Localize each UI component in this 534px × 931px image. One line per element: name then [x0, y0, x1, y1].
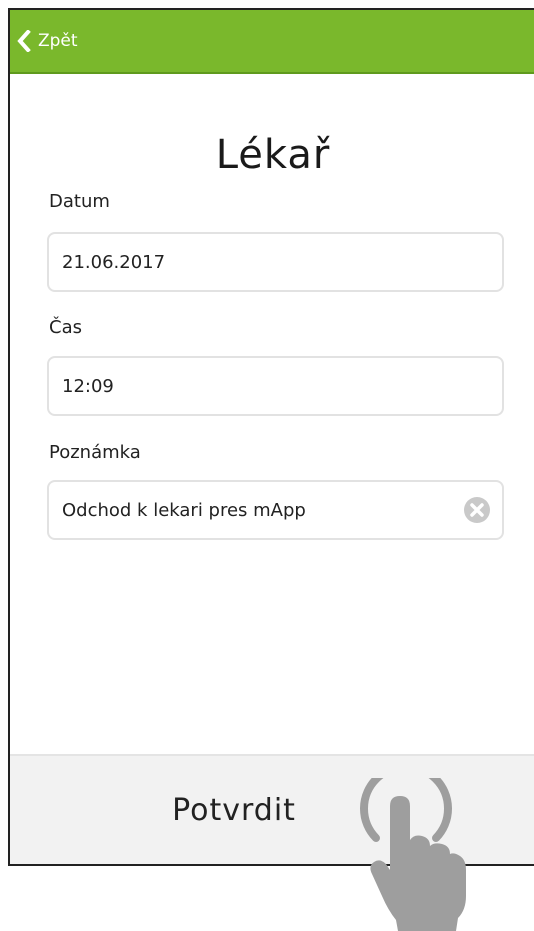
time-input[interactable]	[62, 375, 492, 397]
top-bar: Zpět	[10, 10, 534, 74]
time-label: Čas	[49, 317, 82, 338]
date-field[interactable]	[47, 232, 504, 292]
note-label: Poznámka	[49, 442, 141, 463]
chevron-left-icon	[17, 30, 31, 52]
page-title: Lékař	[215, 132, 331, 178]
date-label: Datum	[49, 191, 110, 212]
clear-circle-icon[interactable]	[462, 495, 492, 525]
date-input[interactable]	[62, 251, 492, 273]
time-field[interactable]	[47, 356, 504, 416]
back-label: Zpět	[38, 31, 78, 51]
phone-screen: Zpět Lékař Datum Čas Poznámka Potvrdit	[8, 8, 534, 866]
back-button[interactable]: Zpět	[16, 30, 78, 52]
note-field[interactable]	[47, 480, 504, 540]
tap-hand-icon	[360, 778, 466, 931]
confirm-button[interactable]: Potvrdit	[172, 793, 296, 828]
note-input[interactable]	[62, 499, 462, 521]
